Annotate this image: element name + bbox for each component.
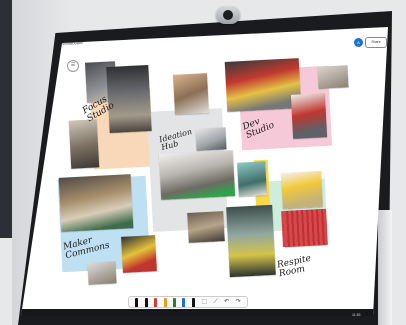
pen-tool[interactable]	[144, 297, 148, 307]
pen-tool[interactable]	[173, 297, 177, 307]
redo-icon[interactable]: ↷	[236, 299, 241, 305]
photo-focus-studio-2[interactable]	[106, 64, 152, 134]
pen-tool[interactable]	[154, 297, 158, 307]
photo-ideation-hub-1[interactable]	[172, 73, 210, 115]
photo-respite-room-4[interactable]	[283, 208, 327, 248]
pen-tool[interactable]	[135, 297, 139, 307]
pen-tool[interactable]	[191, 297, 195, 307]
photo-dev-studio-3[interactable]	[290, 93, 328, 139]
photo-ideation-hub-4[interactable]	[187, 211, 225, 243]
photo-respite-room-3[interactable]	[281, 170, 323, 210]
photo-ideation-hub-3[interactable]	[158, 150, 236, 200]
camera	[216, 6, 240, 24]
photo-maker-commons-3[interactable]	[87, 261, 117, 285]
pen-tool[interactable]	[163, 297, 167, 307]
photo-maker-commons-2[interactable]	[121, 235, 157, 273]
photo-maker-commons-1[interactable]	[58, 174, 134, 232]
device-stand	[378, 210, 392, 325]
menu-button[interactable]: ☰	[67, 60, 79, 72]
photo-dev-studio-2[interactable]	[317, 65, 349, 89]
ruler-icon[interactable]: ⟋	[214, 299, 218, 305]
pen-tool[interactable]	[182, 297, 186, 307]
photo-respite-room-1[interactable]	[226, 204, 276, 278]
respite-room-label[interactable]: Respite Room	[276, 254, 314, 280]
photo-dev-studio-1[interactable]	[224, 58, 302, 112]
user-avatar[interactable]: A	[354, 38, 363, 47]
lasso-icon[interactable]: ⬚	[201, 299, 207, 305]
photo-respite-room-2[interactable]	[237, 161, 267, 197]
share-button[interactable]: Share	[365, 37, 387, 48]
photo-focus-studio-3[interactable]	[68, 119, 100, 169]
photo-ideation-hub-2[interactable]	[195, 127, 227, 151]
ink-toolbar: ⬚ ⟋ ↶ ↷	[128, 296, 248, 308]
undo-icon[interactable]: ↶	[224, 299, 229, 305]
background-monitor	[0, 0, 12, 238]
